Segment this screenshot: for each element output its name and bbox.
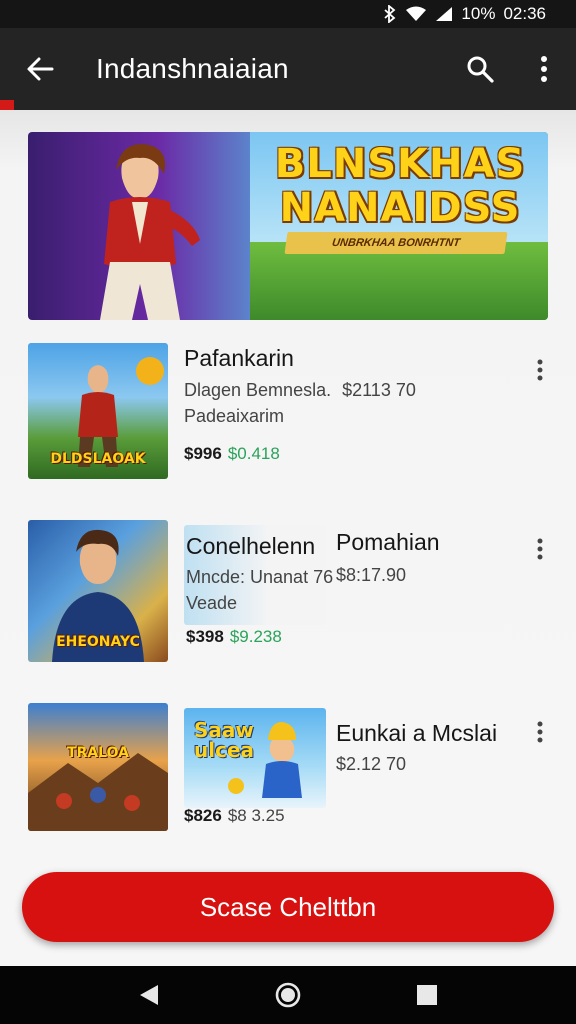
search-icon: [467, 56, 494, 83]
game-thumbnail: EHEONAYC: [28, 520, 168, 662]
back-button[interactable]: [0, 28, 80, 110]
more-vert-icon: [537, 359, 543, 381]
list-item[interactable]: EHEONAYC Conelhelenn Pomahian Mncde: Una…: [0, 515, 576, 665]
game-thumbnail: TRALOA: [28, 703, 168, 831]
item-subtitle: Mncde: Unanat 76: [186, 567, 334, 587]
item-title-right: Pomahian: [336, 529, 440, 555]
system-nav-bar: [0, 966, 576, 1024]
more-options-button[interactable]: [512, 28, 576, 110]
more-vert-icon: [541, 56, 547, 82]
status-bar: 10% 02:36: [0, 0, 576, 28]
arrow-back-icon: [27, 57, 54, 81]
page-title: Indanshnaiaian: [96, 53, 289, 84]
app-bar-accent: [0, 100, 14, 110]
content-area[interactable]: BLNSKHAS NANAIDSS UNBRKHAA BONRHTNT DLDS…: [0, 110, 576, 856]
more-vert-icon: [537, 538, 543, 560]
list-item[interactable]: TRALOA Saaw ulcea Eunkai a Mcslai $2.12 …: [0, 700, 576, 850]
battery-text: 10%: [461, 4, 496, 23]
app-bar: Indanshnaiaian: [0, 28, 576, 110]
item-more-button[interactable]: [528, 350, 552, 390]
primary-action-button[interactable]: Scase Chelttbn: [22, 872, 554, 942]
hero-character-image: [100, 144, 200, 320]
search-button[interactable]: [448, 28, 512, 110]
item-more-button[interactable]: [528, 529, 552, 569]
banner-subtitle: UNBRKHAA BONRHTNT: [284, 232, 508, 254]
nav-recents-button[interactable]: [397, 966, 457, 1024]
bluetooth-icon: [383, 5, 397, 23]
item-subtitle-price: $2.12 70: [336, 754, 407, 774]
signal-icon: [435, 6, 453, 22]
cta-container: Scase Chelttbn: [0, 856, 576, 966]
square-recents-icon: [416, 985, 437, 1005]
featured-banner[interactable]: BLNSKHAS NANAIDSS UNBRKHAA BONRHTNT: [28, 132, 548, 320]
circle-home-icon: [275, 982, 301, 1008]
item-title: Conelhelenn: [186, 533, 316, 559]
nav-back-button[interactable]: [119, 966, 179, 1024]
preview-label: Saaw ulcea: [194, 718, 255, 762]
item-title: Pafankarin: [184, 345, 294, 371]
item-subtitle-price: $8:17.90: [336, 565, 407, 585]
item-subtitle: Dlagen Bemnesla. $2113 70: [184, 380, 416, 400]
item-subtitle-2: Veade: [186, 593, 238, 613]
banner-title: BLNSKHAS NANAIDSS: [274, 141, 526, 231]
item-subtitle-2: Padeaixarim: [184, 406, 285, 426]
list-item[interactable]: DLDSLAOAK Pafankarin Dlagen Bemnesla. $2…: [0, 338, 576, 488]
item-more-button[interactable]: [528, 712, 552, 752]
nav-home-button[interactable]: [258, 966, 318, 1024]
item-price: $826 $8 3.25: [184, 806, 285, 825]
triangle-back-icon: [140, 985, 159, 1005]
wifi-icon: [405, 6, 427, 22]
item-title: Eunkai a Mcslai: [336, 720, 498, 746]
clock-text: 02:36: [503, 4, 546, 23]
game-thumbnail: DLDSLAOAK: [28, 343, 168, 479]
game-preview-image: Saaw ulcea: [184, 708, 326, 808]
item-price: $996 $0.418: [184, 444, 280, 463]
more-vert-icon: [537, 721, 543, 743]
item-price: $398 $9.238: [186, 627, 282, 646]
